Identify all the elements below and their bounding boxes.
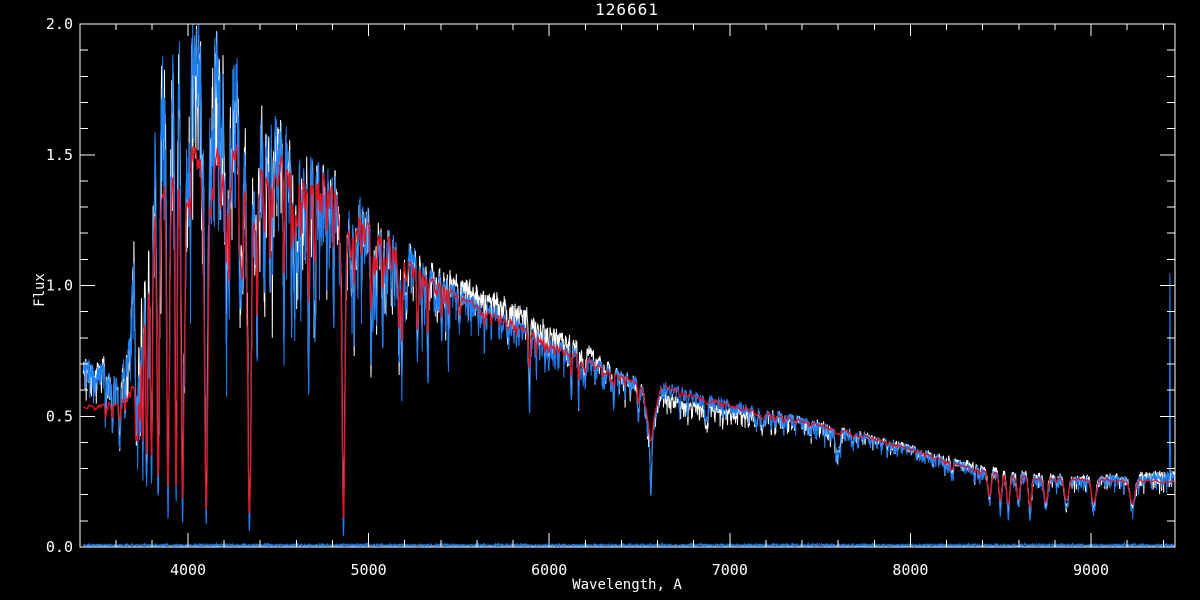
series-error-blue xyxy=(83,541,1175,547)
y-tick-label: 1.5 xyxy=(46,146,73,164)
y-tick-label: 0.0 xyxy=(46,538,73,556)
y-axis-label: Flux xyxy=(32,273,48,307)
x-tick-label: 6000 xyxy=(531,561,567,579)
series-model-red xyxy=(83,143,1175,519)
spectrum-series-group xyxy=(82,24,1175,547)
y-tick-label: 2.0 xyxy=(46,15,73,33)
x-tick-label: 8000 xyxy=(892,561,928,579)
chart-title: 126661 xyxy=(595,0,659,19)
x-tick-label: 4000 xyxy=(170,561,206,579)
y-tick-label: 0.5 xyxy=(46,407,73,425)
x-tick-label: 5000 xyxy=(351,561,387,579)
x-tick-label: 7000 xyxy=(712,561,748,579)
spectrum-chart: 126661 4000 5000 6000 7000 8000 9000 0.0 0.5 1.0… xyxy=(32,0,1176,593)
spectrum-plot-window: 126661 4000 5000 6000 7000 8000 9000 0.0 0.5 1.0… xyxy=(0,0,1200,600)
x-tick-label: 9000 xyxy=(1073,561,1109,579)
y-tick-label: 1.0 xyxy=(46,277,73,295)
axes-group xyxy=(79,23,1176,548)
plot-frame xyxy=(79,23,1176,548)
x-axis-label: Wavelength, A xyxy=(572,577,682,593)
